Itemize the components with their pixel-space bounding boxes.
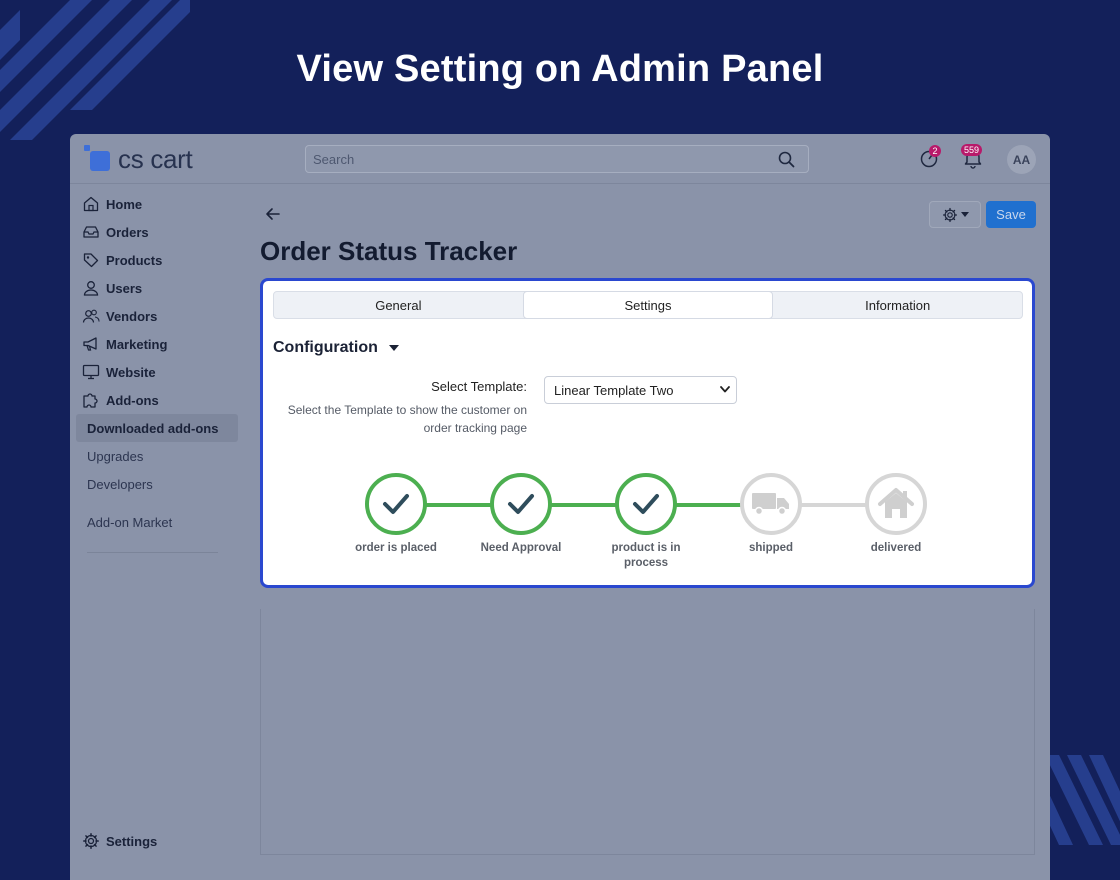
step-circle (615, 473, 677, 535)
monitor-icon (82, 364, 100, 380)
cs-cart-logo[interactable]: cs cart (84, 143, 193, 174)
check-icon (383, 494, 409, 514)
template-select-value: Linear Template Two (554, 382, 674, 398)
search-box (305, 145, 809, 173)
step-label: delivered (870, 542, 922, 554)
back-arrow-icon[interactable] (265, 207, 281, 226)
sidebar-item-label: Settings (106, 833, 158, 849)
step-circle (865, 473, 927, 535)
template-field-help: Select the Template to show the customer… (287, 403, 527, 435)
sidebar-item-label: Add-ons (106, 392, 159, 408)
sidebar-subitem-downloaded-add-ons[interactable]: Downloaded add-ons (76, 414, 238, 442)
sidebar: Home Orders Products Users Vendors Marke… (70, 184, 245, 880)
logo-text: cs cart (118, 143, 193, 174)
sidebar-item-orders[interactable]: Orders (82, 220, 149, 244)
chevron-down-icon (960, 212, 969, 217)
sidebar-item-users[interactable]: Users (82, 276, 142, 300)
sidebar-item-products[interactable]: Products (82, 248, 162, 272)
sidebar-item-add-ons[interactable]: Add-ons (82, 388, 159, 412)
tracker-step-in-process: product is in process (591, 473, 701, 571)
home-icon (83, 196, 99, 212)
logo-mark (84, 145, 110, 173)
tracker-step-need-approval: Need Approval (466, 473, 576, 556)
megaphone-icon (83, 337, 97, 351)
sidebar-subitem-developers[interactable]: Developers (76, 470, 238, 498)
users-icon (82, 309, 100, 323)
sidebar-divider (87, 552, 218, 553)
step-label: product is in process (611, 542, 681, 569)
chevron-down-icon (720, 386, 730, 393)
sidebar-item-label: Marketing (106, 336, 168, 352)
search-input[interactable] (306, 146, 808, 172)
inbox-icon (83, 226, 99, 238)
sidebar-item-label: Users (106, 280, 143, 296)
order-status-tracker-preview: order is placed Need Approval product is… (263, 466, 1032, 576)
sidebar-item-label: Website (106, 364, 156, 380)
tab-settings[interactable]: Settings (522, 291, 774, 319)
step-circle (740, 473, 802, 535)
template-select[interactable]: Linear Template Two (544, 376, 737, 404)
gear-icon (942, 207, 957, 222)
notifications-badge: 559 (961, 144, 983, 156)
settings-card: General Settings Information Configurati… (260, 278, 1035, 588)
tracker-step-order-placed: order is placed (341, 473, 451, 556)
template-field-label: Select Template: (431, 379, 527, 394)
step-circle (365, 473, 427, 535)
gear-icon (83, 833, 99, 849)
step-circle (490, 473, 552, 535)
alerts-button[interactable]: 2 (920, 145, 941, 174)
check-icon (508, 494, 534, 514)
caret-down-icon (388, 345, 399, 351)
section-title: Configuration (273, 339, 378, 356)
tag-icon (83, 253, 99, 268)
avatar[interactable]: AA (1007, 145, 1036, 174)
sidebar-item-label: Products (106, 252, 163, 268)
top-bar: cs cart 2 559 AA (70, 134, 1050, 184)
tracker-step-delivered: delivered (841, 473, 951, 556)
sidebar-item-label: Vendors (106, 308, 158, 324)
notifications-button[interactable]: 559 (961, 144, 983, 174)
content-panel (260, 609, 1035, 855)
sidebar-item-label: Home (106, 196, 143, 212)
configuration-section-toggle[interactable]: Configuration (273, 339, 399, 357)
sidebar-subitem-upgrades[interactable]: Upgrades (76, 442, 238, 470)
sidebar-item-home[interactable]: Home (82, 192, 142, 216)
puzzle-icon (83, 393, 98, 408)
sidebar-item-settings[interactable]: Settings (82, 829, 157, 853)
save-button[interactable]: Save (986, 201, 1036, 228)
check-icon (633, 494, 659, 514)
sidebar-item-vendors[interactable]: Vendors (82, 304, 157, 328)
page-title: Order Status Tracker (260, 236, 518, 266)
sidebar-item-marketing[interactable]: Marketing (82, 332, 167, 356)
tab-bar: General Settings Information (273, 291, 1023, 319)
settings-dropdown-button[interactable] (929, 201, 981, 228)
truck-icon (752, 493, 789, 516)
tab-information[interactable]: Information (773, 292, 1022, 318)
search-icon[interactable] (778, 151, 795, 173)
decorative-stripes-bottom-right (1045, 755, 1120, 845)
user-icon (83, 281, 99, 296)
alerts-badge: 2 (929, 145, 941, 157)
tab-general[interactable]: General (274, 292, 523, 318)
step-label: shipped (748, 542, 794, 554)
step-label: Need Approval (480, 542, 562, 554)
page-heading: View Setting on Admin Panel (296, 48, 824, 90)
tracker-step-shipped: shipped (716, 473, 826, 556)
sidebar-item-label: Orders (106, 224, 149, 240)
house-icon (878, 488, 914, 518)
step-label: order is placed (355, 542, 437, 554)
sidebar-subitem-add-on-market[interactable]: Add-on Market (76, 508, 238, 536)
sidebar-item-website[interactable]: Website (82, 360, 156, 384)
